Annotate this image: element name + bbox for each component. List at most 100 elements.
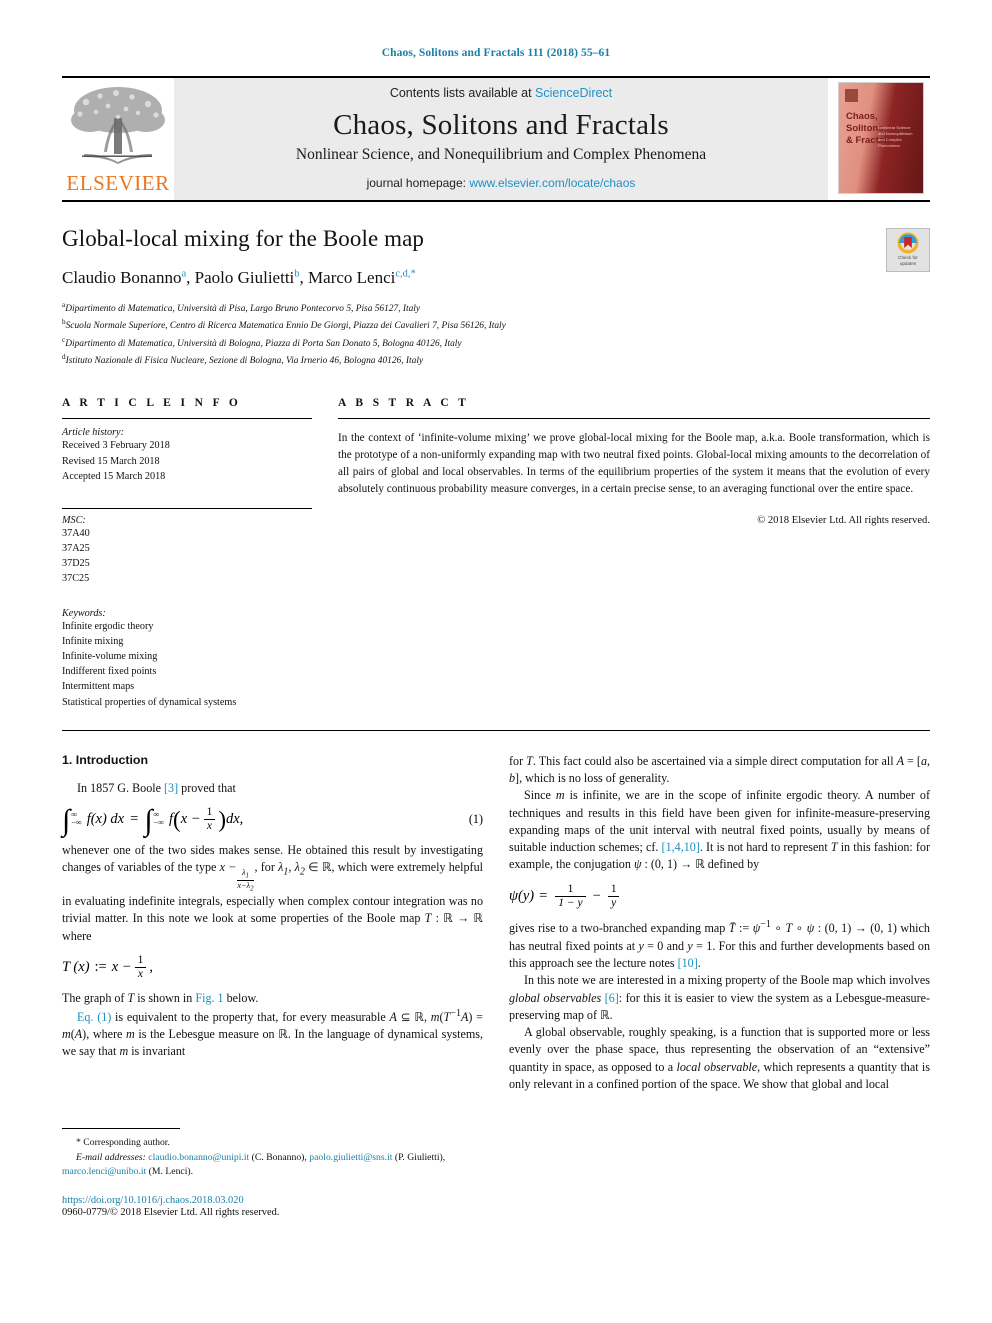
msc-code: 37A25: [62, 542, 90, 554]
issn-copyright-line: 0960-0779/© 2018 Elsevier Ltd. All right…: [62, 1206, 280, 1218]
journal-masthead: ELSEVIER Contents lists available at Sci…: [62, 76, 930, 200]
figure-ref[interactable]: Fig. 1: [195, 991, 223, 1005]
affiliation-text: Scuola Normale Superiore, Centro di Rice…: [65, 321, 506, 332]
citation-ref[interactable]: [10]: [678, 956, 698, 970]
article-history-label: Article history:: [62, 427, 124, 439]
corresponding-author-note: * Corresponding author.: [62, 1136, 468, 1151]
crossmark-box[interactable]: Check for updates: [886, 228, 930, 272]
article-history-item: Revised 15 March 2018: [62, 455, 160, 467]
footnote-area: * Corresponding author. E-mail addresses…: [62, 1128, 468, 1218]
keyword-item: Infinite mixing: [62, 636, 124, 648]
paragraph-graph-of-T: The graph of T is shown in Fig. 1 below.: [62, 990, 259, 1005]
cover-elsevier-mark-icon: [845, 89, 858, 102]
email-link[interactable]: paolo.giulietti@sns.it: [309, 1152, 392, 1163]
elsevier-wordmark: ELSEVIER: [66, 171, 170, 195]
author-list: Claudio Bonannoa, Paolo Giuliettib, Marc…: [62, 268, 930, 288]
keywords-label: Keywords:: [62, 608, 106, 620]
msc-code: 37C25: [62, 573, 90, 584]
sciencedirect-link[interactable]: ScienceDirect: [535, 86, 612, 100]
text-run: defined by: [704, 857, 760, 872]
affiliation-text: Dipartimento di Matematica, Università d…: [65, 338, 462, 349]
citation-ref[interactable]: [1,4,10]: [662, 840, 700, 854]
text-run: is the Lebesgue measure on: [134, 1027, 279, 1042]
section-heading-introduction: 1. Introduction: [62, 752, 149, 767]
text-run: is equivalent to the property that, for …: [111, 1009, 390, 1024]
crossmark-icon: [897, 232, 919, 254]
body-two-column: 1. Introduction In 1857 G. Boole [3] pro…: [62, 753, 930, 1094]
text-run: below.: [223, 990, 259, 1005]
info-abstract-area: A R T I C L E I N F O Article history: R…: [62, 397, 930, 709]
citation-ref[interactable]: [6]: [605, 991, 619, 1005]
email-label: E-mail addresses:: [76, 1151, 146, 1163]
integral-limits: ∞ −∞: [71, 809, 82, 828]
crossmark-line2: updates: [899, 261, 917, 267]
equation-boole-map-body: T (x):= x − 1x,: [62, 953, 153, 981]
equation-ref[interactable]: Eq. (1): [77, 1010, 111, 1024]
keyword-item: Infinite-volume mixing: [62, 651, 158, 663]
author-separator: ,: [299, 268, 309, 287]
equation-psi-body: ψ(y) = 11 − y − 1y: [509, 883, 930, 910]
equation-boole-map: T (x):= x − 1x,: [62, 954, 483, 981]
keyword-item: Indifferent fixed points: [62, 666, 157, 678]
author-separator: ,: [186, 268, 195, 287]
integral-limits: ∞ −∞: [153, 809, 164, 828]
abstract-text: In the context of ‘infinite-volume mixin…: [338, 432, 930, 496]
text-run: . It is not hard to represent: [699, 840, 831, 855]
author-name[interactable]: Paolo Giulietti: [195, 268, 295, 287]
crossmark-line1: Check for: [898, 255, 918, 260]
keyword-item: Infinite ergodic theory: [62, 621, 154, 633]
author-name[interactable]: Claudio Bonanno: [62, 268, 181, 287]
abstract-rule: [338, 418, 930, 420]
emphasis-local-observable: local observable: [676, 1059, 758, 1074]
paragraph-eq1-equivalent: Eq. (1) is equivalent to the property th…: [62, 1007, 483, 1059]
equation-psi: ψ(y) = 11 − y − 1y: [509, 883, 930, 910]
crossmark-badge[interactable]: Check for updates: [886, 228, 930, 278]
fraction-one-over-one-minus-y: 11 − y: [555, 883, 586, 910]
emphasis-global-observables: global observables: [509, 990, 602, 1005]
citation-ref[interactable]: [3]: [164, 781, 178, 795]
email-link[interactable]: claudio.bonanno@unipi.it: [148, 1152, 249, 1163]
paragraph-global-observables: In this note we are interested in a mixi…: [509, 973, 931, 1022]
paragraph-for-T-direct-computation: for T. This fact could also be ascertain…: [509, 753, 931, 785]
email-link[interactable]: marco.lenci@unibo.it: [62, 1166, 146, 1177]
text-run: The graph of: [62, 990, 128, 1005]
elsevier-logo: ELSEVIER: [62, 78, 174, 200]
title-block: Global-local mixing for the Boole map Cl…: [62, 226, 930, 369]
msc-code: 37A40: [62, 527, 90, 539]
corresponding-label: Corresponding author.: [80, 1137, 170, 1148]
abstract-heading: A B S T R A C T: [338, 397, 470, 410]
author-name[interactable]: Marco Lenci: [308, 268, 395, 287]
article-page: Chaos, Solitons and Fractals 111 (2018) …: [0, 0, 992, 1323]
msc-rule: [62, 507, 312, 509]
affiliation-item: cDipartimento di Matematica, Università …: [62, 335, 930, 352]
body-top-rule: [62, 729, 930, 731]
integral-sign-icon: ∫: [144, 804, 153, 838]
footnote-rule: [62, 1128, 180, 1129]
contents-available-line: Contents lists available at ScienceDirec…: [390, 86, 612, 100]
article-info-column: A R T I C L E I N F O Article history: R…: [62, 397, 312, 709]
elsevier-tree-icon: [71, 87, 165, 164]
paragraph-two-branched-map: gives rise to a two-branched expanding m…: [509, 919, 930, 970]
homepage-prefix: journal homepage:: [366, 176, 470, 190]
article-info-rule: [62, 418, 312, 420]
affiliation-text: Istituto Nazionale di Fisica Nucleare, S…: [65, 356, 424, 367]
affiliation-item: aDipartimento di Matematica, Università …: [62, 300, 930, 317]
journal-title: Chaos, Solitons and Fractals: [333, 109, 669, 141]
text-run: gives rise to a two-branched expanding m…: [509, 921, 729, 936]
journal-band: Contents lists available at ScienceDirec…: [174, 78, 828, 200]
integral-sign-icon: ∫: [62, 804, 71, 838]
abstract-column: A B S T R A C T In the context of ‘infin…: [338, 397, 930, 709]
author-affil-mark: c,d,: [395, 268, 411, 280]
keyword-item: Intermittent maps: [62, 681, 135, 693]
doi-link[interactable]: https://doi.org/10.1016/j.chaos.2018.03.…: [62, 1195, 468, 1206]
text-run: , where: [86, 1027, 127, 1042]
fraction-one-over-x: 1x: [134, 954, 147, 981]
journal-homepage-link[interactable]: www.elsevier.com/locate/chaos: [469, 176, 635, 190]
cover-image: Chaos, Solitons & Fractals Nonlinear Scien…: [838, 82, 924, 194]
text-run: , for: [254, 859, 279, 874]
text-run: is invariant: [128, 1044, 186, 1059]
keyword-item: Statistical properties of dynamical syst…: [62, 696, 237, 708]
affiliation-item: bScuola Normale Superiore, Centro di Ric…: [62, 317, 930, 334]
affiliation-item: dIstituto Nazionale di Fisica Nucleare, …: [62, 352, 930, 369]
